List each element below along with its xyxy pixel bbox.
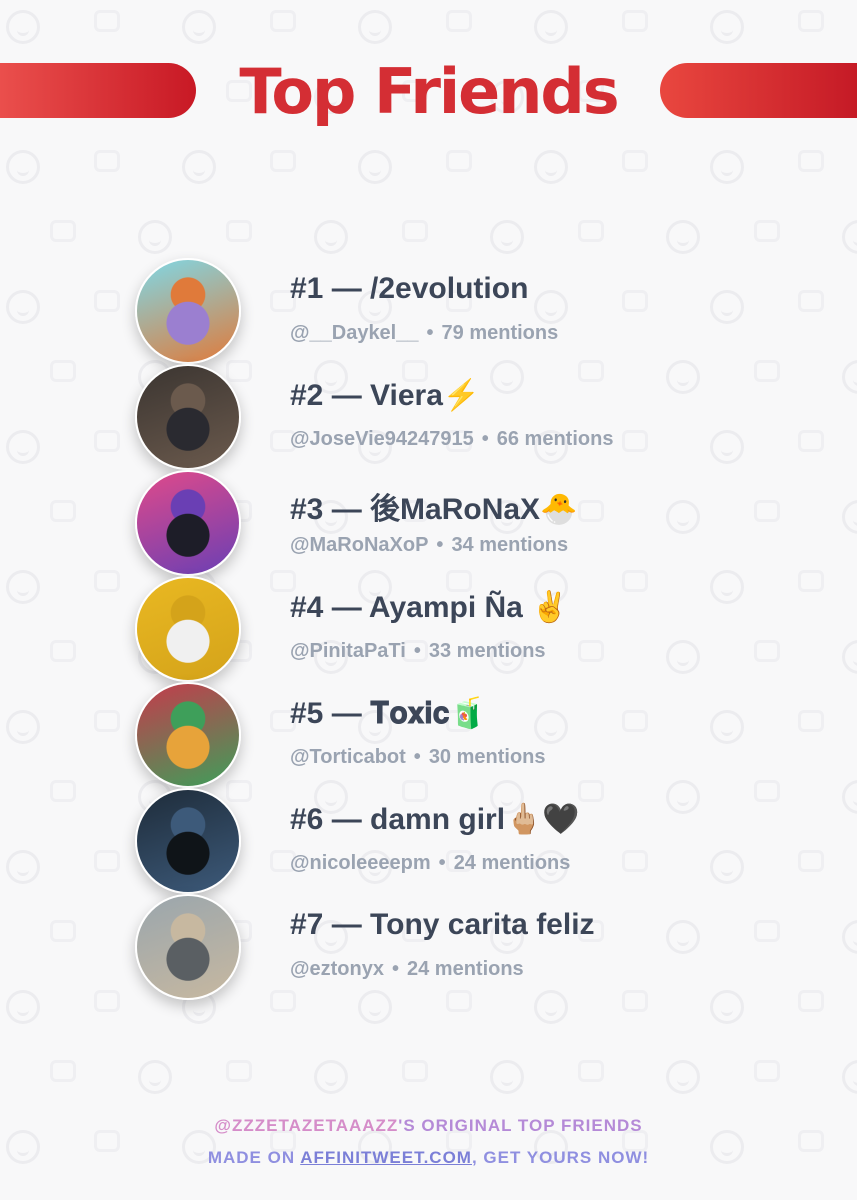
friend-meta: @MaRoNaXoP • 34 mentions [290,534,568,557]
mention-count: 79 mentions [441,322,559,344]
separator-dot: • [438,852,446,874]
thumbs-up-icon [226,220,252,242]
friend-handle[interactable]: @MaRoNaXoP [290,534,428,556]
thumbs-up-icon [50,220,76,242]
smiley-icon [842,1060,857,1094]
separator-dot: • [481,428,489,450]
thumbs-up-icon [446,150,472,172]
separator-dot: • [413,746,421,768]
friend-row-2[interactable]: #2 — Viera⚡ @JoseVie94247915 • 66 mentions [0,364,857,470]
avatar[interactable] [135,576,241,682]
friend-handle[interactable]: @JoseVie94247915 [290,428,474,450]
thumbs-up-icon [578,220,604,242]
smiley-icon [6,150,40,184]
friend-row-6[interactable]: #6 — damn girl🖕🏼🖤 @nicoleeeepm • 24 mentio… [0,788,857,894]
thumbs-up-icon [270,10,296,32]
smiley-icon [314,220,348,254]
separator-dot: • [436,534,444,556]
footer-user-handle[interactable]: @ZZZETAZETAAAZZ [214,1116,398,1135]
smiley-icon [710,10,744,44]
avatar[interactable] [135,894,241,1000]
friend-row-5[interactable]: #5 — 𝐓𝐨𝐱𝐢𝐜🧃 @Torticabot • 30 mentions [0,682,857,788]
smiley-icon [534,150,568,184]
avatar[interactable] [135,470,241,576]
thumbs-up-icon [94,10,120,32]
friend-name: #3 — 後MaRoNaX🐣 [290,493,578,526]
thumbs-up-icon [270,150,296,172]
mention-count: 24 mentions [453,852,571,874]
smiley-icon [182,10,216,44]
smiley-icon [534,10,568,44]
avatar[interactable] [135,258,241,364]
thumbs-up-icon [622,150,648,172]
friend-name: #6 — damn girl🖕🏼🖤 [290,803,580,836]
thumbs-up-icon [578,1060,604,1082]
separator-dot: • [413,640,421,662]
footer-cta-prefix: MADE ON [207,1148,301,1167]
thumbs-up-icon [754,1060,780,1082]
mention-count: 34 mentions [451,534,569,556]
thumbs-up-icon [446,10,472,32]
friend-handle[interactable]: @PinitaPaTi [290,640,406,662]
friend-name: #7 — Tony carita feliz [290,908,595,941]
mention-count: 30 mentions [428,746,546,768]
avatar[interactable] [135,364,241,470]
separator-dot: • [391,958,399,980]
thumbs-up-icon [798,150,824,172]
friend-name: #2 — Viera⚡ [290,379,481,412]
friend-name: #5 — 𝐓𝐨𝐱𝐢𝐜🧃 [290,697,487,730]
friend-handle[interactable]: @eztonyx [290,958,384,980]
thumbs-up-icon [226,1060,252,1082]
thumbs-up-icon [50,1060,76,1082]
thumbs-up-icon [402,220,428,242]
separator-dot: • [426,322,434,344]
friend-meta: @JoseVie94247915 • 66 mentions [290,428,613,451]
smiley-icon [666,220,700,254]
avatar[interactable] [135,682,241,788]
friend-meta: @PinitaPaTi • 33 mentions [290,640,546,663]
smiley-icon [358,10,392,44]
mention-count: 24 mentions [406,958,524,980]
footer-credit-text: 'S ORIGINAL TOP FRIENDS [398,1116,643,1135]
smiley-icon [710,150,744,184]
friend-handle[interactable]: @nicoleeeepm [290,852,431,874]
friend-handle[interactable]: @Torticabot [290,746,406,768]
smiley-icon [490,220,524,254]
smiley-icon [138,220,172,254]
friend-name: #4 — Ayampi Ña ✌ [290,591,569,624]
friend-handle[interactable]: @__Daykel__ [290,322,419,344]
friend-row-1[interactable]: #1 — /2evolution @__Daykel__ • 79 mentions [0,258,857,364]
smiley-icon [314,1060,348,1094]
page-title: Top Friends [239,55,619,128]
friend-row-3[interactable]: #3 — 後MaRoNaX🐣 @MaRoNaXoP • 34 mentions [0,470,857,576]
footer-cta: MADE ON AFFINITWEET.COM, GET YOURS NOW! [0,1148,857,1168]
thumbs-up-icon [622,10,648,32]
footer-credit: @ZZZETAZETAAAZZ'S ORIGINAL TOP FRIENDS [0,1116,857,1136]
friend-name: #1 — /2evolution [290,272,529,305]
thumbs-up-icon [402,1060,428,1082]
friend-meta: @nicoleeeepm • 24 mentions [290,852,570,875]
friend-row-4[interactable]: #4 — Ayampi Ña ✌ @PinitaPaTi • 33 mentions [0,576,857,682]
smiley-icon [666,1060,700,1094]
smiley-icon [6,10,40,44]
footer-cta-suffix: , GET YOURS NOW! [471,1148,650,1167]
mention-count: 33 mentions [428,640,546,662]
thumbs-up-icon [94,150,120,172]
smiley-icon [358,150,392,184]
friend-meta: @__Daykel__ • 79 mentions [290,322,558,345]
thumbs-up-icon [754,220,780,242]
affinitweet-link[interactable]: AFFINITWEET.COM [300,1148,472,1167]
smiley-icon [842,220,857,254]
avatar[interactable] [135,788,241,894]
smiley-icon [182,150,216,184]
thumbs-up-icon [798,10,824,32]
mention-count: 66 mentions [496,428,614,450]
smiley-icon [138,1060,172,1094]
friend-row-7[interactable]: #7 — Tony carita feliz @eztonyx • 24 menti… [0,894,857,1000]
friend-meta: @Torticabot • 30 mentions [290,746,546,769]
friend-meta: @eztonyx • 24 mentions [290,958,524,981]
smiley-icon [490,1060,524,1094]
